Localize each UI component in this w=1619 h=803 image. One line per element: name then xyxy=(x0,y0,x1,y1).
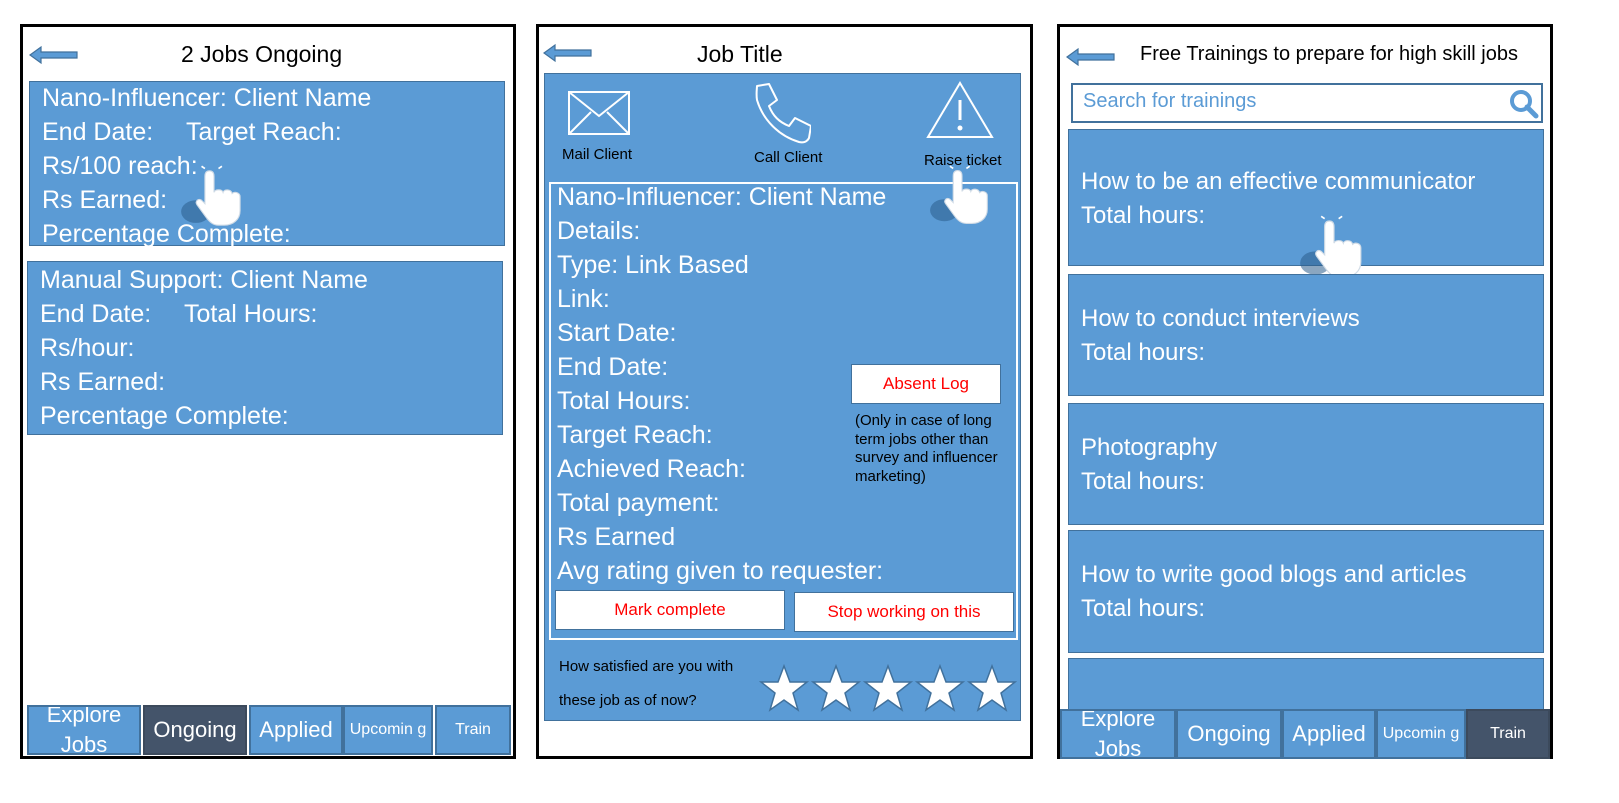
training-name: How to write good blogs and articles xyxy=(1081,561,1467,588)
job-achieved-reach: Achieved Reach: xyxy=(557,455,747,483)
job-details: Details: xyxy=(557,217,641,245)
job-detail-panel: Mail Client Call Client Raise ticket Nan… xyxy=(544,73,1021,721)
job-rate: Rs/100 reach: xyxy=(42,152,198,180)
search-icon[interactable] xyxy=(1509,89,1539,119)
rating-star-2-icon[interactable] xyxy=(811,664,861,712)
page-title: Job Title xyxy=(697,41,783,67)
tab-applied[interactable]: Applied xyxy=(1282,709,1376,759)
tab-ongoing[interactable]: Ongoing xyxy=(143,705,247,755)
training-name: How to conduct interviews xyxy=(1081,305,1360,332)
job-link: Link: xyxy=(557,285,610,313)
training-name: How to be an effective communicator xyxy=(1081,168,1476,195)
back-arrow-icon[interactable] xyxy=(29,45,79,65)
back-arrow-icon[interactable] xyxy=(1066,47,1116,67)
tab-explore-jobs[interactable]: Explore Jobs xyxy=(1060,709,1176,759)
training-card[interactable]: How to write good blogs and articles Tot… xyxy=(1068,530,1544,653)
tab-explore-jobs[interactable]: Explore Jobs xyxy=(27,705,141,755)
job-type: Type: Link Based xyxy=(557,251,749,279)
tab-train[interactable]: Train xyxy=(435,705,511,755)
satisfaction-question-cont: these job as of now? xyxy=(559,692,697,709)
tap-hand-icon xyxy=(180,164,248,232)
warning-icon[interactable] xyxy=(925,80,995,140)
training-card[interactable]: How to be an effective communicator Tota… xyxy=(1068,129,1544,266)
job-heading: Nano-Influencer: Client Name xyxy=(557,183,887,211)
search-input[interactable]: Search for trainings xyxy=(1083,90,1256,113)
job-card-heading: Nano-Influencer: Client Name xyxy=(42,84,372,112)
satisfaction-question: How satisfied are you with xyxy=(559,658,734,675)
training-hours: Total hours: xyxy=(1081,339,1206,366)
job-card-nano-influencer[interactable]: Nano-Influencer: Client Name End Date: T… xyxy=(29,81,505,248)
job-detail-screen: Job Title Mail Client Call Client Raise … xyxy=(536,24,1033,759)
absent-log-button[interactable]: Absent Log xyxy=(851,364,1001,404)
rating-star-4-icon[interactable] xyxy=(915,664,965,712)
page-title: 2 Jobs Ongoing xyxy=(181,41,343,67)
job-target-reach: Target Reach: xyxy=(557,421,713,449)
job-rate: Rs/hour: xyxy=(40,334,135,362)
mail-client-label: Mail Client xyxy=(562,146,633,163)
job-target-reach: Target Reach: xyxy=(186,118,342,146)
mark-complete-button[interactable]: Mark complete xyxy=(555,590,785,630)
tab-applied[interactable]: Applied xyxy=(249,705,343,755)
phone-icon[interactable] xyxy=(749,82,811,144)
job-total-hours: Total Hours: xyxy=(557,387,691,415)
search-bar: Search for trainings xyxy=(1071,83,1543,123)
training-hours: Total hours: xyxy=(1081,202,1206,229)
job-end-date: End Date: xyxy=(40,300,152,328)
back-arrow-icon[interactable] xyxy=(543,43,593,63)
job-details-box: Nano-Influencer: Client Name Details: Ty… xyxy=(549,182,1018,640)
ongoing-jobs-screen: 2 Jobs Ongoing Nano-Influencer: Client N… xyxy=(20,24,516,759)
job-percentage: Percentage Complete: xyxy=(42,220,291,248)
tab-upcoming[interactable]: Upcomin g xyxy=(343,705,433,755)
job-total-payment: Total payment: xyxy=(557,489,720,517)
job-avg-rating: Avg rating given to requester: xyxy=(557,557,884,585)
training-card[interactable]: How to conduct interviews Total hours: xyxy=(1068,274,1544,396)
training-hours: Total hours: xyxy=(1081,595,1206,622)
job-earned: Rs Earned: xyxy=(40,368,166,396)
tab-train[interactable]: Train xyxy=(1466,709,1550,759)
tab-ongoing[interactable]: Ongoing xyxy=(1176,709,1282,759)
training-card[interactable]: Photography Total hours: xyxy=(1068,403,1544,525)
job-card-manual-support[interactable]: Manual Support: Client Name End Date: To… xyxy=(27,261,503,435)
job-card-heading: Manual Support: Client Name xyxy=(40,266,368,294)
call-client-label: Call Client xyxy=(754,149,823,166)
job-start-date: Start Date: xyxy=(557,319,677,347)
page-title: Free Trainings to prepare for high skill… xyxy=(1140,43,1518,65)
job-percentage: Percentage Complete: xyxy=(40,402,289,430)
job-earned: Rs Earned: xyxy=(42,186,168,214)
training-hours: Total hours: xyxy=(1081,468,1206,495)
training-name: Photography xyxy=(1081,434,1218,461)
job-end-date: End Date: xyxy=(557,353,669,381)
rating-star-5-icon[interactable] xyxy=(967,664,1017,712)
tap-hand-icon xyxy=(929,164,995,230)
stop-working-button[interactable]: Stop working on this xyxy=(794,592,1014,632)
mail-icon[interactable] xyxy=(567,90,631,136)
rating-star-3-icon[interactable] xyxy=(863,664,913,712)
rating-star-1-icon[interactable] xyxy=(759,664,809,712)
job-total-hours: Total Hours: xyxy=(184,300,318,328)
job-rs-earned: Rs Earned xyxy=(557,523,676,551)
job-end-date: End Date: xyxy=(42,118,154,146)
absent-log-note: (Only in case of long term jobs other th… xyxy=(855,412,998,485)
tab-upcoming[interactable]: Upcomin g xyxy=(1376,709,1466,759)
trainings-screen: Free Trainings to prepare for high skill… xyxy=(1057,24,1553,759)
